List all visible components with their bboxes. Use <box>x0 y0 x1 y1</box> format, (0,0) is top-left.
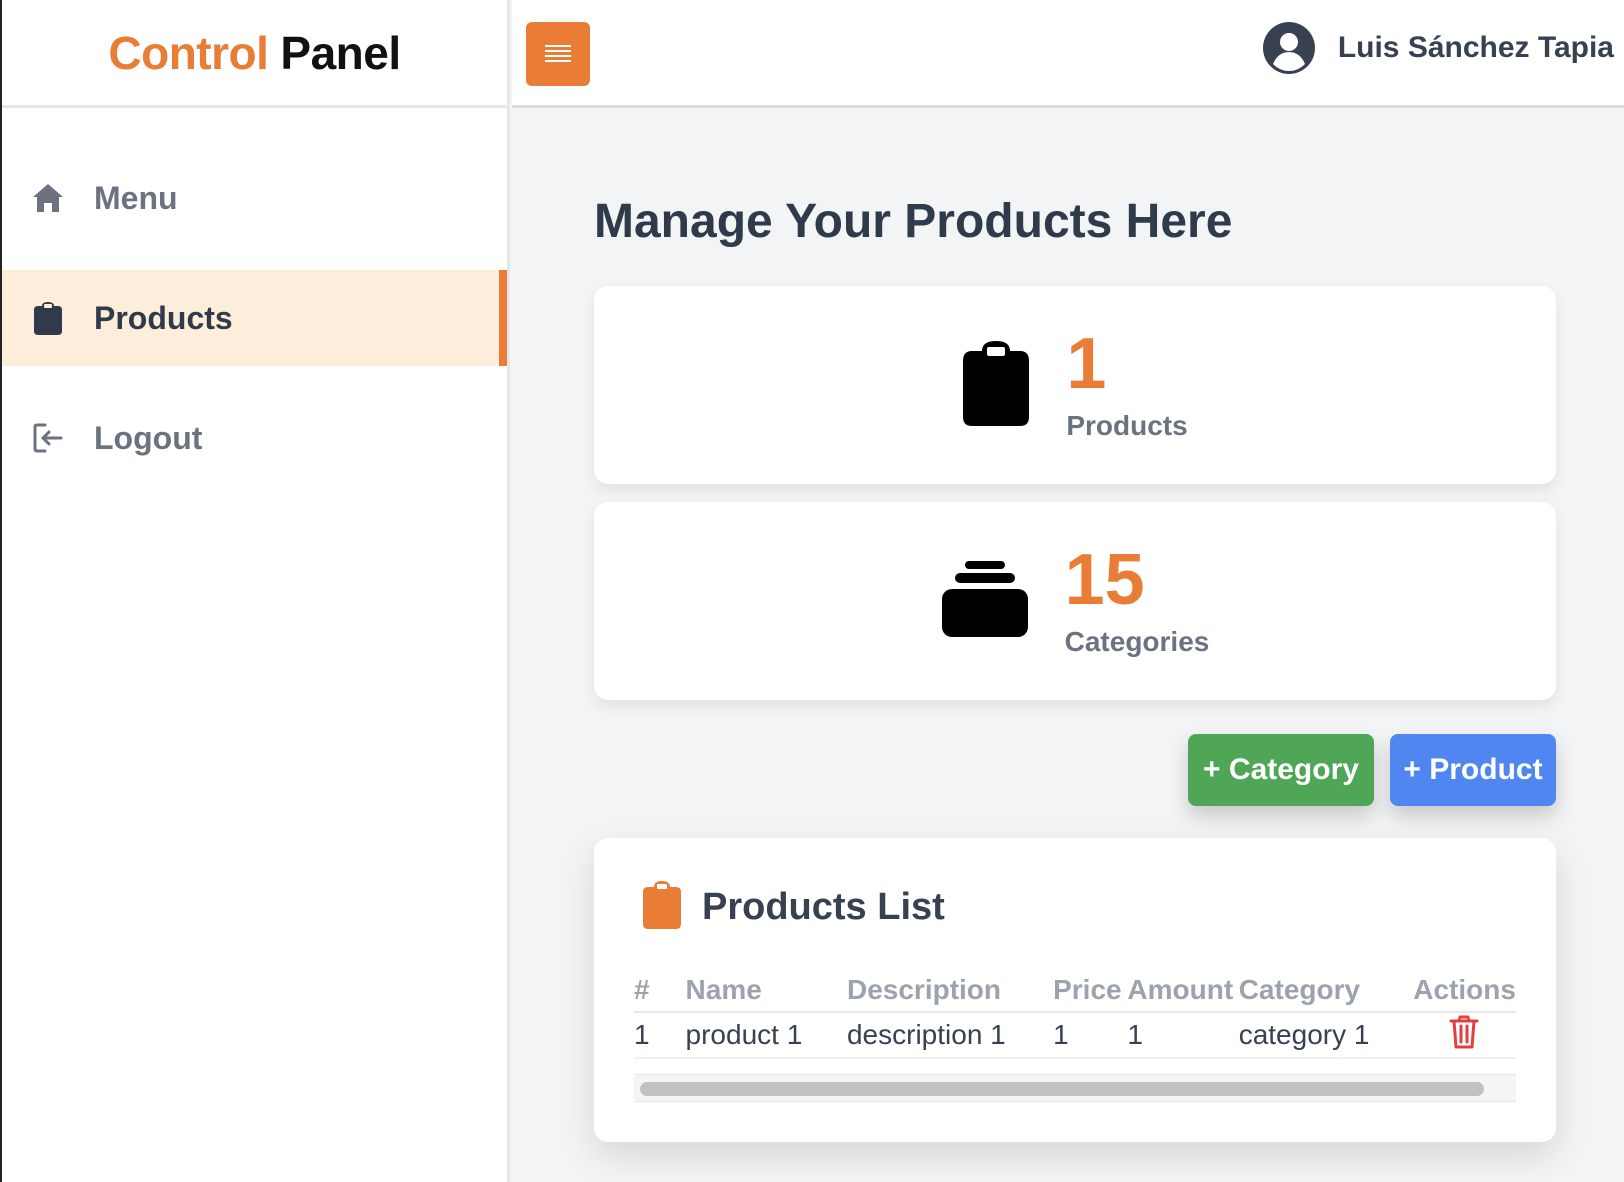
products-count: 1 <box>1066 324 1107 404</box>
table-row: 1 product 1 description 1 1 1 category 1 <box>634 1012 1516 1059</box>
products-list-title: Products List <box>702 886 945 928</box>
cell-category: category 1 <box>1238 1012 1414 1059</box>
column-header-number[interactable]: # <box>634 968 686 1013</box>
column-header-actions[interactable]: Actions <box>1413 968 1516 1013</box>
top-header: Luis Sánchez Tapia <box>512 0 1624 108</box>
hamburger-icon <box>545 45 571 62</box>
column-header-description[interactable]: Description <box>846 968 1054 1013</box>
stat-card-categories: 15 Categories <box>594 502 1556 700</box>
categories-count-label: Categories <box>1064 626 1210 657</box>
clipboard-icon <box>642 880 682 935</box>
cell-description: description 1 <box>846 1012 1054 1059</box>
column-header-amount[interactable]: Amount <box>1127 968 1239 1013</box>
sidebar-nav: Menu Products Logout <box>2 150 507 510</box>
sidebar-item-menu[interactable]: Menu <box>2 150 507 246</box>
sidebar-item-logout[interactable]: Logout <box>2 390 507 486</box>
table-header-row: # Name Description Price Amount Category… <box>634 968 1516 1013</box>
products-count-label: Products <box>1066 410 1188 441</box>
app-root: Control Panel Menu Products Logout Luis … <box>0 0 1624 1182</box>
table-horizontal-scrollbar[interactable] <box>634 1074 1516 1102</box>
scrollbar-thumb[interactable] <box>640 1082 1484 1096</box>
sidebar-item-label: Logout <box>94 419 203 456</box>
user-menu[interactable]: Luis Sánchez Tapia <box>1262 18 1614 78</box>
column-header-category[interactable]: Category <box>1238 968 1414 1013</box>
home-icon <box>30 180 66 216</box>
column-header-name[interactable]: Name <box>685 968 847 1013</box>
add-category-button[interactable]: + Category <box>1188 734 1374 806</box>
delete-product-button[interactable] <box>1449 1014 1479 1057</box>
products-table: # Name Description Price Amount Category… <box>634 968 1516 1059</box>
products-list-header: Products List <box>642 880 945 935</box>
brand-word-panel: Panel <box>280 26 401 79</box>
user-avatar-icon <box>1262 21 1316 75</box>
user-name: Luis Sánchez Tapia <box>1337 31 1614 64</box>
layers-icon <box>941 559 1029 644</box>
hamburger-menu-button[interactable] <box>526 22 590 86</box>
clipboard-icon <box>30 300 66 336</box>
brand-logo[interactable]: Control Panel <box>2 0 507 108</box>
page-title: Manage Your Products Here <box>594 195 1233 248</box>
sidebar-item-label: Products <box>94 299 233 336</box>
trash-icon <box>1449 1015 1479 1048</box>
cell-name: product 1 <box>685 1012 847 1059</box>
cell-amount: 1 <box>1127 1012 1239 1059</box>
brand-word-control: Control <box>108 26 269 79</box>
add-product-button[interactable]: + Product <box>1390 734 1556 806</box>
stat-card-products: 1 Products <box>594 286 1556 484</box>
products-list-card: Products List # Name Description Price A… <box>594 838 1556 1142</box>
sidebar-item-label: Menu <box>94 179 178 216</box>
cell-price: 1 <box>1053 1012 1128 1059</box>
categories-count: 15 <box>1064 540 1145 620</box>
sidebar-item-products[interactable]: Products <box>2 270 507 366</box>
logout-icon <box>30 420 66 456</box>
sidebar: Control Panel Menu Products Logout <box>0 0 510 1182</box>
clipboard-icon <box>962 339 1030 432</box>
cell-actions <box>1413 1012 1516 1059</box>
cell-id: 1 <box>634 1012 686 1059</box>
column-header-price[interactable]: Price <box>1053 968 1128 1013</box>
